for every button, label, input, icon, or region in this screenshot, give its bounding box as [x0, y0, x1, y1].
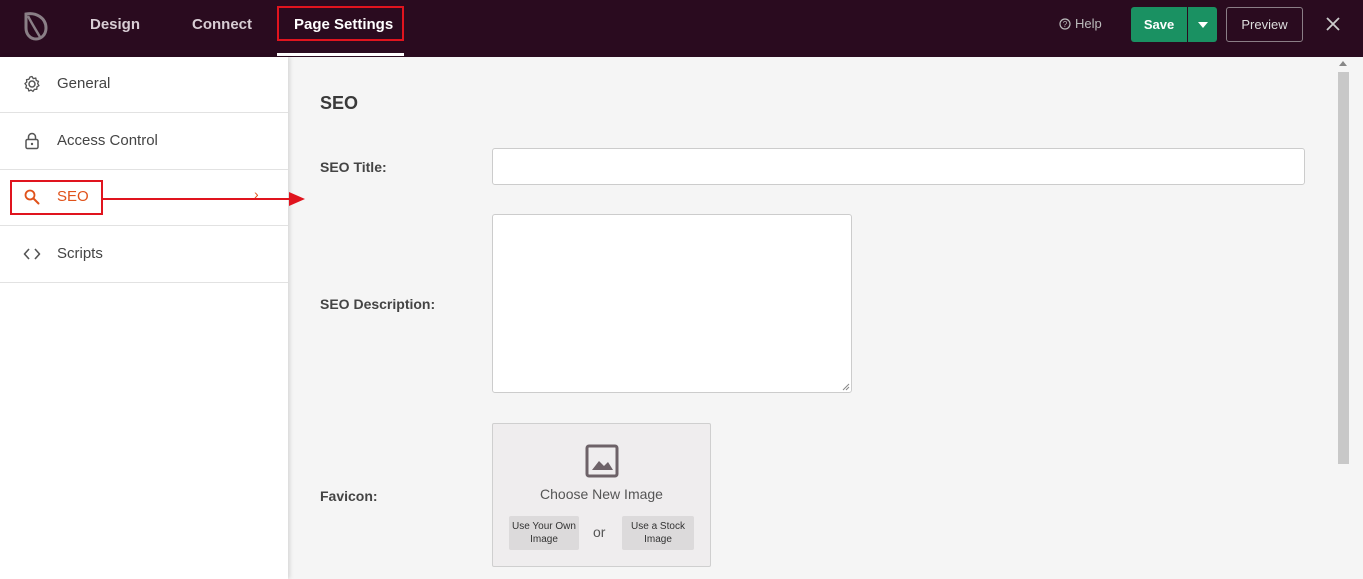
top-bar: Design Connect Page Settings ? Help Save…: [0, 0, 1363, 57]
favicon-uploader[interactable]: Choose New Image Use Your Own Image or U…: [492, 423, 711, 567]
annotation-arrow: [103, 192, 305, 206]
caret-down-icon: [1197, 21, 1208, 28]
close-icon[interactable]: [1325, 16, 1341, 32]
tab-design[interactable]: Design: [90, 0, 140, 50]
highlight-box-page-settings: [277, 6, 404, 41]
active-tab-underline: [277, 53, 404, 56]
seo-description-textarea[interactable]: [492, 214, 852, 393]
seo-settings-panel: SEO SEO Title: SEO Description: Favicon:…: [288, 57, 1335, 579]
sidebar-item-label: Scripts: [57, 245, 103, 262]
highlight-box-seo: [10, 180, 103, 215]
help-link[interactable]: ? Help: [1059, 16, 1102, 31]
settings-sidebar: General Access Control SEO › Scripts: [0, 57, 288, 579]
scrollbar-thumb[interactable]: [1338, 72, 1349, 464]
sidebar-item-label: General: [57, 75, 111, 92]
seo-title-label: SEO Title:: [320, 159, 387, 175]
sidebar-item-scripts[interactable]: Scripts: [0, 227, 288, 283]
save-options-dropdown[interactable]: [1188, 7, 1217, 42]
preview-button[interactable]: Preview: [1226, 7, 1303, 42]
seo-title-input[interactable]: [492, 148, 1305, 185]
save-button[interactable]: Save: [1131, 7, 1187, 42]
code-icon: [23, 248, 41, 260]
or-separator: or: [593, 524, 606, 540]
tab-connect[interactable]: Connect: [192, 0, 252, 50]
sidebar-item-access-control[interactable]: Access Control: [0, 114, 288, 170]
gear-icon: [24, 75, 40, 93]
seo-description-label: SEO Description:: [320, 296, 436, 312]
svg-text:?: ?: [1063, 20, 1068, 29]
image-icon: [585, 444, 619, 478]
sidebar-item-label: Access Control: [57, 132, 158, 149]
favicon-label: Favicon:: [320, 488, 378, 504]
logo-leaf-icon[interactable]: [22, 10, 50, 42]
choose-new-image-label[interactable]: Choose New Image: [493, 486, 710, 502]
sidebar-item-general[interactable]: General: [0, 57, 288, 113]
scroll-up-arrow-icon[interactable]: [1339, 61, 1347, 66]
help-label: Help: [1075, 16, 1102, 31]
use-stock-image-button[interactable]: Use a Stock Image: [622, 516, 694, 550]
question-circle-icon: ?: [1059, 17, 1071, 30]
section-title: SEO: [320, 93, 359, 113]
resize-handle-icon[interactable]: [842, 383, 850, 391]
use-own-image-button[interactable]: Use Your Own Image: [509, 516, 579, 550]
lock-icon: [25, 132, 39, 150]
